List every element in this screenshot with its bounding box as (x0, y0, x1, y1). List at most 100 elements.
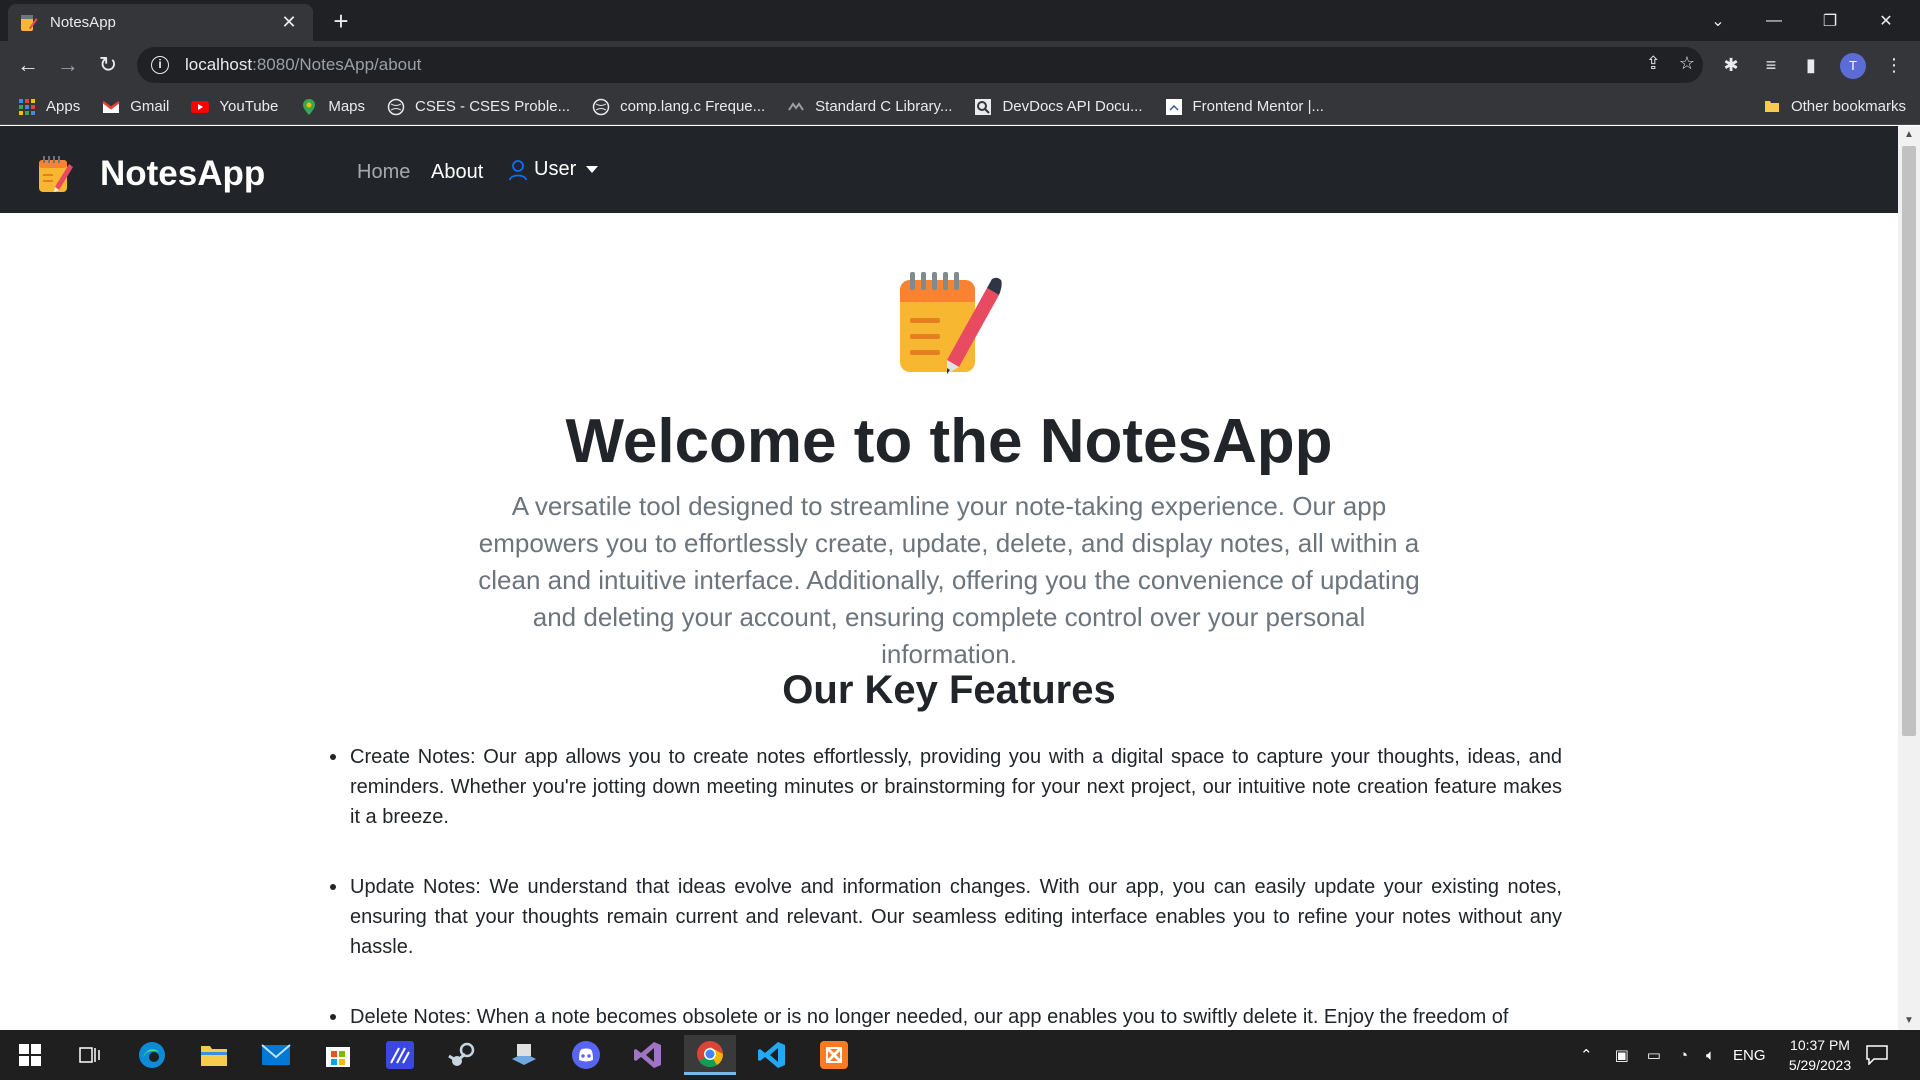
installer-icon (512, 1044, 536, 1065)
apps-grid-icon (19, 98, 35, 115)
bookmark-maps[interactable]: Maps (300, 98, 365, 116)
notes-logo-icon (39, 156, 73, 192)
youtube-icon (191, 100, 210, 113)
scroll-thumb[interactable] (1902, 146, 1916, 736)
feature-delete-notes: Delete Notes: When a note becomes obsole… (330, 1002, 1562, 1030)
bookmark-star-icon[interactable]: ☆ (1679, 53, 1695, 74)
feature-update-notes: Update Notes: We understand that ideas e… (330, 872, 1562, 962)
taskbar-app-blue[interactable] (374, 1035, 426, 1075)
task-view-icon (79, 1047, 100, 1063)
frontend-mentor-icon (1165, 98, 1182, 115)
bookmark-comp-lang-c[interactable]: comp.lang.c Freque... (592, 98, 765, 116)
bookmark-devdocs[interactable]: DevDocs API Docu... (974, 98, 1143, 116)
new-tab-button[interactable]: + (326, 6, 356, 36)
task-view-button[interactable] (64, 1035, 116, 1075)
url-text[interactable]: localhost:8080/NotesApp/about (185, 55, 421, 75)
page-viewport: NotesApp Home About User Welcome to the … (0, 126, 1898, 1030)
battery-icon[interactable]: ▭ (1647, 1046, 1661, 1064)
minimize-button[interactable]: — (1746, 0, 1802, 41)
taskbar-discord[interactable] (560, 1035, 612, 1075)
user-icon (509, 159, 527, 180)
globe-icon (387, 98, 405, 115)
nav-about-link[interactable]: About (431, 161, 483, 184)
site-info-icon[interactable]: i (151, 56, 169, 74)
folder-icon (1764, 101, 1779, 112)
reload-button[interactable]: ↻ (92, 49, 124, 81)
wifi-icon[interactable]: ◔ (1679, 1047, 1688, 1064)
tab-search-icon[interactable]: ⌄ (1690, 0, 1746, 41)
extensions-icon[interactable]: ✱ (1717, 51, 1745, 79)
taskbar-visual-studio[interactable] (622, 1035, 674, 1075)
system-tray: ⌃ ▣ ▭ ◔ 🔈︎ ENG (1580, 1030, 1766, 1080)
language-indicator[interactable]: ENG (1733, 1047, 1766, 1064)
menu-kebab-icon[interactable]: ⋮ (1880, 51, 1908, 79)
volume-icon[interactable]: 🔈︎ (1706, 1047, 1715, 1064)
hero-description: A versatile tool designed to streamline … (478, 491, 1420, 669)
taskbar-chrome[interactable] (684, 1035, 736, 1075)
bookmark-youtube[interactable]: YouTube (191, 98, 278, 116)
steam-icon (448, 1042, 475, 1066)
c-library-icon (788, 101, 804, 111)
tab-title: NotesApp (50, 14, 116, 31)
navbar-brand[interactable]: NotesApp (36, 154, 265, 194)
folder-icon (201, 1046, 227, 1066)
globe-icon (592, 98, 610, 115)
browser-tab-strip: NotesApp ✕ + ⌄ — ❐ ✕ (0, 0, 1920, 41)
media-icon[interactable]: ≡ (1757, 51, 1785, 79)
user-dropdown-toggle[interactable]: User (508, 158, 599, 181)
brand-name: NotesApp (100, 154, 266, 193)
forward-button[interactable]: → (52, 49, 84, 81)
bookmark-standard-c-library[interactable]: Standard C Library... (787, 98, 952, 116)
bookmarks-bar: Apps Gmail YouTube Maps CSES - CSES Prob… (0, 89, 1920, 125)
notifications-button[interactable] (1866, 1030, 1888, 1080)
share-icon[interactable]: ⇪ (1646, 53, 1661, 74)
notes-hero-logo-icon (900, 272, 1002, 374)
scroll-down-arrow-icon[interactable]: ▼ (1898, 1012, 1920, 1030)
address-bar[interactable]: i localhost:8080/NotesApp/about ⇪ ☆ (137, 47, 1703, 83)
vscode-icon (758, 1042, 785, 1068)
nav-home-link[interactable]: Home (357, 161, 410, 184)
profile-avatar[interactable]: T (1840, 53, 1866, 79)
chrome-icon (697, 1040, 724, 1067)
taskbar-installer[interactable] (498, 1035, 550, 1075)
browser-tab[interactable]: NotesApp ✕ (8, 4, 313, 41)
clock-time: 10:37 PM (1790, 1037, 1850, 1053)
mail-icon (261, 1044, 291, 1065)
user-menu-label: User (534, 158, 577, 180)
devdocs-icon (975, 98, 992, 115)
page-scrollbar[interactable]: ▲ ▼ (1898, 126, 1920, 1030)
taskbar-steam[interactable] (436, 1035, 488, 1075)
bookmark-frontend-mentor[interactable]: Frontend Mentor |... (1165, 98, 1324, 116)
close-window-button[interactable]: ✕ (1858, 0, 1914, 41)
taskbar-edge[interactable] (126, 1035, 178, 1075)
tab-close-icon[interactable]: ✕ (277, 12, 301, 33)
other-bookmarks[interactable]: Other bookmarks (1763, 97, 1906, 115)
side-panel-icon[interactable]: ▮ (1797, 51, 1825, 79)
taskbar-mail[interactable] (250, 1035, 302, 1075)
restore-button[interactable]: ❐ (1802, 0, 1858, 41)
bookmark-cses[interactable]: CSES - CSES Proble... (387, 98, 570, 116)
bookmark-gmail[interactable]: Gmail (102, 98, 169, 116)
discord-icon (572, 1041, 600, 1069)
features-list: Create Notes: Our app allows you to crea… (330, 742, 1562, 1030)
start-button[interactable] (4, 1035, 56, 1075)
notes-favicon-icon (21, 14, 38, 31)
windows-taskbar: ⌃ ▣ ▭ ◔ 🔈︎ ENG 10:37 PM 5/29/2023 (0, 1030, 1920, 1080)
store-icon (326, 1047, 350, 1067)
feature-create-notes: Create Notes: Our app allows you to crea… (330, 742, 1562, 832)
taskbar-file-explorer[interactable] (188, 1035, 240, 1075)
tray-chevron-up-icon[interactable]: ⌃ (1580, 1046, 1593, 1064)
bookmark-apps[interactable]: Apps (18, 98, 80, 116)
xampp-icon (820, 1041, 848, 1069)
taskbar-xampp[interactable] (808, 1035, 860, 1075)
taskbar-vscode[interactable] (746, 1035, 798, 1075)
taskbar-store[interactable] (312, 1035, 364, 1075)
taskbar-clock[interactable]: 10:37 PM 5/29/2023 (1770, 1035, 1870, 1075)
features-heading: Our Key Features (782, 668, 1116, 712)
browser-toolbar: ← → ↻ i localhost:8080/NotesApp/about ⇪ … (0, 41, 1920, 89)
scroll-up-arrow-icon[interactable]: ▲ (1898, 126, 1920, 144)
back-button[interactable]: ← (12, 49, 44, 81)
gmail-icon (102, 100, 120, 113)
hero-title: Welcome to the NotesApp (565, 407, 1333, 476)
meet-now-icon[interactable]: ▣ (1615, 1046, 1629, 1064)
